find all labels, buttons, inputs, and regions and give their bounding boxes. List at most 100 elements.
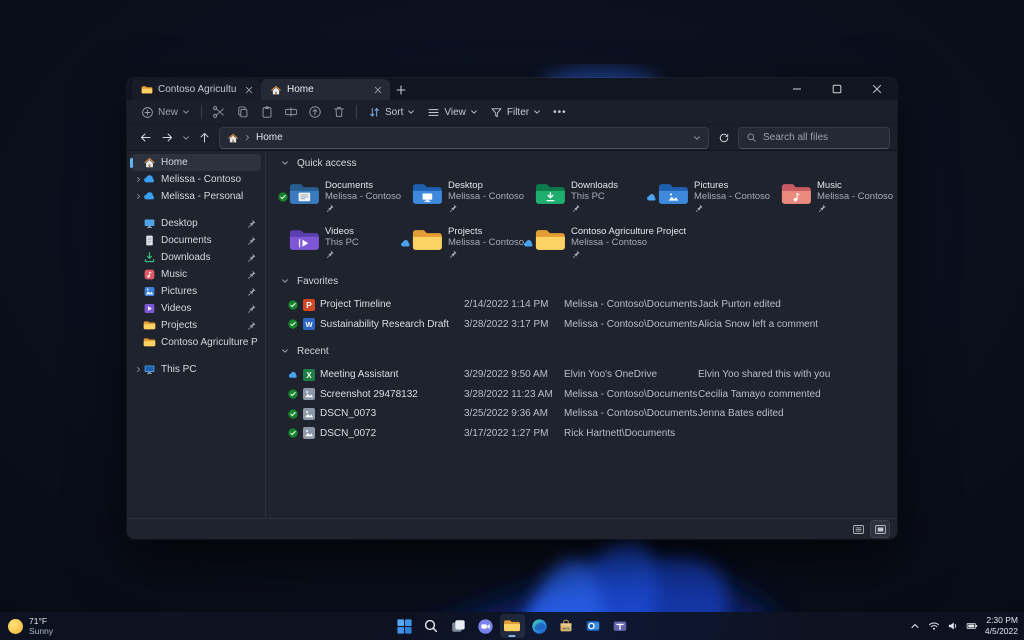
maximize-button[interactable] [817, 78, 857, 100]
collapse-chevron-icon[interactable] [281, 347, 289, 355]
content-pane: Quick access Documents Melissa - Contoso [266, 151, 897, 518]
file-date: 3/28/2022 3:17 PM [464, 318, 549, 330]
copy-button[interactable] [231, 102, 255, 122]
quick-access-tile-downloads[interactable]: Downloads This PC [522, 175, 645, 219]
sidebar-item-label: Melissa - Personal [161, 191, 244, 202]
wifi-icon[interactable] [928, 620, 940, 632]
quick-access-tile-pictures[interactable]: Pictures Melissa - Contoso [645, 175, 770, 219]
paste-button[interactable] [255, 102, 279, 122]
pin-icon [246, 320, 257, 331]
large-icons-view-toggle[interactable] [871, 521, 889, 537]
section-header-favorites[interactable]: Favorites [276, 273, 891, 289]
sidebar-item-downloads[interactable]: Downloads [131, 249, 261, 266]
outlook-button[interactable] [581, 614, 606, 638]
quick-access-tile-videos[interactable]: Videos This PC [276, 221, 399, 265]
sidebar-item-home[interactable]: Home [130, 154, 261, 171]
edge-browser-button[interactable] [527, 614, 552, 638]
delete-button[interactable] [327, 102, 351, 122]
sidebar-item-projects[interactable]: Projects [131, 317, 261, 334]
forward-button[interactable] [156, 128, 178, 148]
taskbar: 71°F Sunny 2:30 PM 4/5/2022 [0, 612, 1024, 640]
weather-widget[interactable]: 71°F Sunny [8, 616, 53, 636]
videos-icon [143, 302, 156, 315]
back-button[interactable] [134, 128, 156, 148]
collapse-chevron-icon[interactable] [281, 159, 289, 167]
tab-bar: Contoso Agriculture Project Home [127, 78, 897, 100]
start-button[interactable] [392, 614, 417, 638]
address-dropdown-icon[interactable] [693, 134, 701, 142]
quick-access-tile-desktop[interactable]: Desktop Melissa - Contoso [399, 175, 524, 219]
store-button[interactable] [554, 614, 579, 638]
file-location: Elvin Yoo's OneDrive [564, 369, 658, 381]
breadcrumb[interactable]: Home [256, 132, 283, 143]
file-row-screenshot-29478132[interactable]: Screenshot 29478132 3/28/2022 11:23 AM M… [276, 385, 891, 405]
quick-access-tile-documents[interactable]: Documents Melissa - Contoso [276, 175, 401, 219]
new-button[interactable]: New [135, 102, 196, 122]
teams-button[interactable] [608, 614, 633, 638]
image-file-icon [303, 388, 315, 401]
search-box[interactable] [738, 126, 890, 149]
pin-icon [246, 269, 257, 280]
sidebar-item-contoso-agriculture-project[interactable]: Contoso Agriculture Project [131, 334, 261, 351]
sync-status-synced-icon [288, 389, 298, 399]
tab-close-icon[interactable] [242, 83, 256, 97]
chevron-right-icon[interactable] [133, 176, 143, 183]
address-bar[interactable]: Home [219, 126, 709, 149]
more-options-button[interactable]: ••• [547, 102, 573, 122]
task-view-button[interactable] [446, 614, 471, 638]
file-row-meeting-assistant[interactable]: X Meeting Assistant 3/29/2022 9:50 AM El… [276, 365, 891, 385]
minimize-button[interactable] [777, 78, 817, 100]
folder-icon [141, 84, 153, 96]
sidebar-item-music[interactable]: Music [131, 266, 261, 283]
file-explorer-button[interactable] [499, 614, 525, 638]
sidebar-item-melissa-contoso[interactable]: Melissa - Contoso [131, 171, 261, 188]
sidebar-item-documents[interactable]: Documents [131, 232, 261, 249]
sidebar-item-videos[interactable]: Videos [131, 300, 261, 317]
tab-home[interactable]: Home [261, 79, 390, 100]
sidebar-item-label: Projects [161, 320, 198, 331]
file-row-sustainability-research-draft[interactable]: W Sustainability Research Draft 3/28/202… [276, 315, 891, 335]
refresh-button[interactable] [713, 128, 735, 148]
file-row-project-timeline[interactable]: P Project Timeline 2/14/2022 1:14 PM Mel… [276, 295, 891, 315]
sidebar-item-this-pc[interactable]: This PC [131, 361, 261, 378]
cut-button[interactable] [207, 102, 231, 122]
file-name: DSCN_0072 [320, 427, 377, 439]
file-row-dscn-0073[interactable]: DSCN_0073 3/25/2022 9:36 AM Melissa - Co… [276, 404, 891, 424]
up-button[interactable] [193, 128, 215, 148]
taskbar-clock[interactable]: 2:30 PM 4/5/2022 [985, 615, 1018, 636]
collapse-chevron-icon[interactable] [281, 277, 289, 285]
sidebar-item-desktop[interactable]: Desktop [131, 215, 261, 232]
sidebar-item-pictures[interactable]: Pictures [131, 283, 261, 300]
search-button[interactable] [419, 614, 444, 638]
chevron-right-icon[interactable] [133, 366, 143, 373]
sort-button[interactable]: Sort [362, 102, 421, 122]
tab-close-icon[interactable] [371, 83, 385, 97]
new-tab-button[interactable] [390, 80, 412, 100]
chat-button[interactable] [473, 614, 498, 638]
details-view-toggle[interactable] [849, 521, 867, 537]
sync-status-cloud-icon [400, 224, 411, 262]
pin-icon [817, 203, 827, 213]
search-input[interactable] [763, 132, 882, 143]
section-header-quick-access[interactable]: Quick access [276, 155, 891, 171]
rename-button[interactable] [279, 102, 303, 122]
tab-contoso-agriculture-project[interactable]: Contoso Agriculture Project [132, 79, 261, 100]
quick-access-tile-music[interactable]: Music Melissa - Contoso [768, 175, 893, 219]
sidebar-item-melissa-personal[interactable]: Melissa - Personal [131, 188, 261, 205]
battery-icon[interactable] [966, 620, 978, 632]
file-row-dscn-0072[interactable]: DSCN_0072 3/17/2022 1:27 PM Rick Hartnet… [276, 424, 891, 444]
pin-icon [246, 218, 257, 229]
sidebar-item-label: Pictures [161, 286, 198, 297]
close-button[interactable] [857, 78, 897, 100]
share-button[interactable] [303, 102, 327, 122]
hidden-icons-chevron[interactable] [909, 620, 921, 632]
volume-icon[interactable] [947, 620, 959, 632]
filter-button[interactable]: Filter [484, 102, 547, 122]
recent-locations-button[interactable] [178, 128, 193, 148]
chevron-right-icon[interactable] [133, 193, 143, 200]
view-button[interactable]: View [421, 102, 484, 122]
quick-access-tile-contoso-agriculture-project[interactable]: Contoso Agriculture Project Melissa - Co… [522, 221, 768, 265]
section-header-recent[interactable]: Recent [276, 343, 891, 359]
weather-temperature: 71°F [29, 615, 48, 626]
quick-access-tile-projects[interactable]: Projects Melissa - Contoso [399, 221, 524, 265]
